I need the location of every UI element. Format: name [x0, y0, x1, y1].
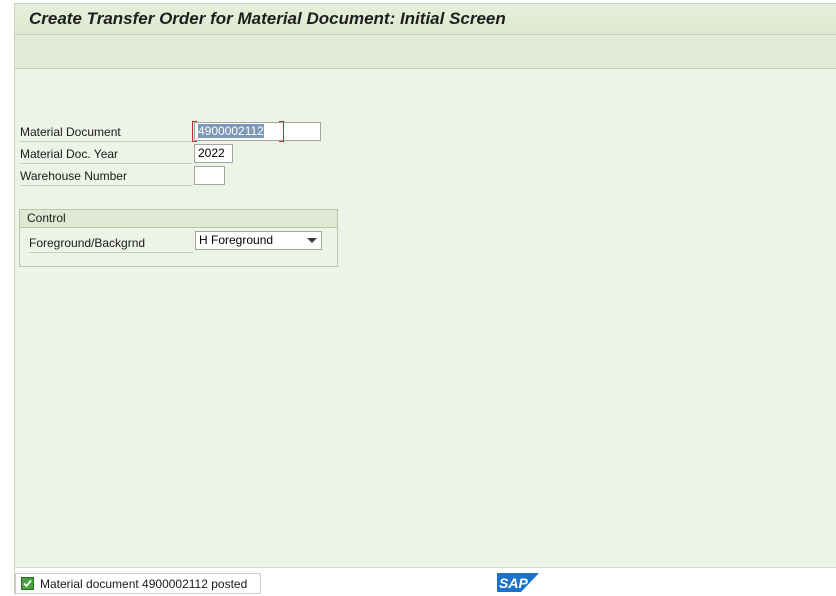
- label-underline: [20, 185, 192, 186]
- status-message: Material document 4900002112 posted: [40, 577, 248, 591]
- material-document-input[interactable]: 4900002112: [194, 122, 321, 141]
- control-group-header: Control: [20, 210, 337, 228]
- sap-logo-text: SAP: [499, 575, 528, 591]
- material-document-value: 4900002112: [198, 124, 264, 138]
- label-underline: [20, 141, 192, 142]
- success-check-icon: [21, 577, 34, 590]
- material-doc-year-label: Material Doc. Year: [20, 147, 119, 161]
- label-underline: [29, 252, 193, 253]
- sap-logo-icon: SAP: [497, 573, 539, 592]
- status-message-box[interactable]: Material document 4900002112 posted: [15, 573, 261, 594]
- title-bar: Create Transfer Order for Material Docum…: [15, 4, 836, 35]
- label-underline: [20, 163, 192, 164]
- status-bar: Material document 4900002112 posted SAP: [15, 567, 836, 596]
- warehouse-number-label: Warehouse Number: [20, 169, 127, 183]
- foreground-backgrnd-dropdown[interactable]: H Foreground: [195, 231, 322, 250]
- control-group-title: Control: [27, 211, 66, 225]
- page-title: Create Transfer Order for Material Docum…: [29, 9, 506, 28]
- foreground-backgrnd-label: Foreground/Backgrnd: [29, 236, 146, 250]
- material-document-label: Material Document: [20, 125, 121, 139]
- application-toolbar: [15, 35, 836, 69]
- warehouse-number-input[interactable]: [194, 166, 225, 185]
- material-doc-year-input[interactable]: 2022: [194, 144, 233, 163]
- control-group: Control Foreground/Backgrnd H Foreground: [19, 209, 338, 267]
- chevron-down-icon[interactable]: [307, 238, 317, 243]
- foreground-backgrnd-value: H Foreground: [199, 233, 274, 247]
- sap-screen: Create Transfer Order for Material Docum…: [14, 3, 836, 596]
- focus-bracket-right: [279, 121, 284, 142]
